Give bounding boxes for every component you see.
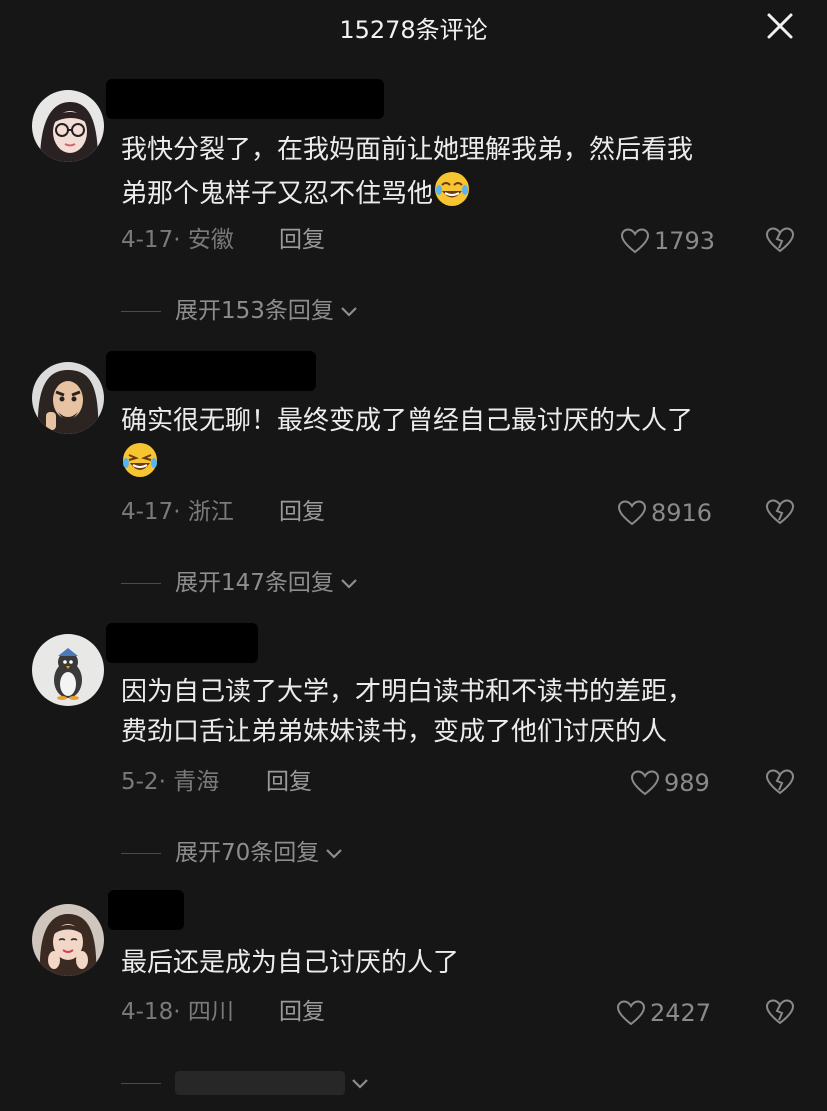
comment-count-title: 15278条评论: [339, 16, 488, 44]
expand-divider: [121, 310, 161, 312]
heart-outline-icon: [630, 770, 660, 796]
like-button[interactable]: 989: [630, 766, 710, 800]
heart-outline-icon: [617, 500, 647, 526]
dislike-button[interactable]: [765, 768, 795, 798]
comment-date-location: 4-17· 安徽: [121, 227, 234, 253]
dislike-button[interactable]: [765, 998, 795, 1028]
crying-laughing-emoji-icon: [433, 170, 471, 208]
like-count: 1793: [654, 227, 716, 255]
username-redacted[interactable]: [106, 79, 384, 119]
expand-divider: [121, 1082, 161, 1084]
comment-text: 最后还是成为自己讨厌的人了: [121, 948, 460, 978]
expand-label-redacted: [175, 1071, 345, 1095]
comment-date-location: 4-17· 浙江: [121, 499, 234, 525]
broken-heart-icon: [765, 227, 795, 253]
expand-replies-button[interactable]: 展开153条回复: [121, 294, 360, 328]
comment-date-location: 4-18· 四川: [121, 999, 234, 1025]
expand-divider: [121, 852, 161, 854]
heart-outline-icon: [620, 228, 650, 254]
reply-button[interactable]: 回复: [279, 495, 325, 529]
expand-replies-button[interactable]: 展开147条回复: [121, 566, 360, 600]
like-count: 2427: [650, 999, 712, 1027]
laughing-emoji-icon: [121, 441, 159, 479]
like-count: 8916: [651, 499, 713, 527]
close-icon: [767, 13, 793, 39]
expand-label: 展开153条回复: [175, 298, 334, 324]
comment-text: 我快分裂了，在我妈面前让她理解我弟，然后看我 弟那个鬼样子又忍不住骂他: [121, 135, 694, 209]
heart-outline-icon: [616, 1000, 646, 1026]
comment-text: 确实很无聊！最终变成了曾经自己最讨厌的大人了: [121, 401, 801, 485]
chevron-down-icon: [352, 1079, 368, 1089]
avatar[interactable]: [32, 362, 104, 434]
dislike-button[interactable]: [765, 226, 795, 256]
chevron-down-icon: [326, 849, 343, 859]
reply-button[interactable]: 回复: [279, 223, 325, 257]
comment-text: 因为自己读了大学，才明白读书和不读书的差距， 费劲口舌让弟弟妹妹读书，变成了他们…: [121, 677, 694, 747]
expand-divider: [121, 582, 161, 584]
avatar[interactable]: [32, 90, 104, 162]
avatar[interactable]: [32, 634, 104, 706]
expand-replies-button[interactable]: 展开70条回复: [121, 836, 345, 870]
broken-heart-icon: [765, 999, 795, 1025]
avatar[interactable]: [32, 904, 104, 976]
like-button[interactable]: 8916: [617, 496, 712, 530]
dislike-button[interactable]: [765, 498, 795, 528]
reply-button[interactable]: 回复: [279, 995, 325, 1029]
broken-heart-icon: [765, 769, 795, 795]
comment-date-location: 5-2· 青海: [121, 769, 220, 795]
expand-label: 展开147条回复: [175, 570, 334, 596]
reply-button[interactable]: 回复: [266, 765, 312, 799]
username-redacted[interactable]: [106, 351, 316, 391]
like-button[interactable]: 2427: [616, 996, 711, 1030]
expand-replies-button[interactable]: [121, 1066, 371, 1100]
username-redacted[interactable]: [108, 890, 184, 930]
expand-label: 展开70条回复: [175, 840, 320, 866]
username-redacted[interactable]: [106, 623, 258, 663]
close-button[interactable]: [764, 10, 796, 42]
chevron-down-icon: [341, 307, 357, 317]
comments-header: 15278条评论: [0, 0, 827, 54]
broken-heart-icon: [765, 499, 795, 525]
chevron-down-icon: [341, 579, 357, 589]
like-count: 989: [664, 769, 710, 797]
like-button[interactable]: 1793: [620, 224, 715, 258]
